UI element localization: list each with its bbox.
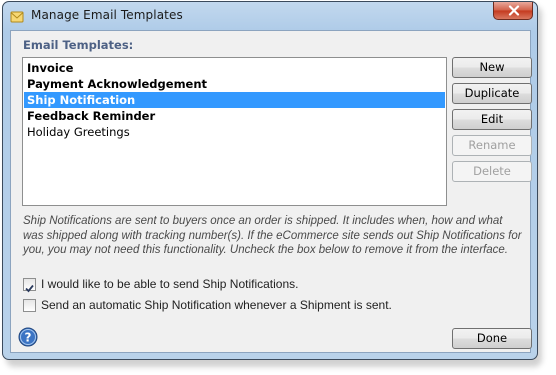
duplicate-button[interactable]: Duplicate	[452, 83, 532, 104]
list-item-label: Invoice	[27, 61, 74, 75]
window-title: Manage Email Templates	[31, 8, 183, 22]
help-button[interactable]: ?	[18, 327, 38, 347]
dialog-window: Manage Email Templates Email Templates: …	[2, 1, 538, 360]
auto-send-label: Send an automatic Ship Notification when…	[41, 298, 392, 312]
templates-label: Email Templates:	[23, 38, 134, 52]
done-button[interactable]: Done	[452, 328, 532, 349]
envelope-icon	[10, 9, 24, 23]
list-item-label: Ship Notification	[27, 93, 136, 107]
help-icon: ?	[18, 327, 38, 347]
close-button[interactable]	[493, 2, 533, 20]
list-item-label: Feedback Reminder	[27, 109, 156, 123]
list-item-feedback-reminder[interactable]: Feedback Reminder	[24, 108, 445, 124]
enable-ship-notifications-checkbox[interactable]	[23, 278, 36, 293]
dialog-body: Email Templates: Invoice Payment Acknowl…	[10, 30, 532, 353]
templates-listbox[interactable]: Invoice Payment Acknowledgement Ship Not…	[22, 57, 447, 206]
edit-button[interactable]: Edit	[452, 109, 532, 130]
list-item-invoice[interactable]: Invoice	[24, 60, 445, 76]
ship-notification-description: Ship Notifications are sent to buyers on…	[23, 215, 522, 256]
checkmark-icon	[25, 284, 34, 293]
list-item-label: Payment Acknowledgement	[27, 77, 208, 91]
list-item-holiday-greetings[interactable]: Holiday Greetings	[24, 124, 445, 140]
list-item-payment-acknowledgement[interactable]: Payment Acknowledgement	[24, 76, 445, 92]
list-item-ship-notification[interactable]: Ship Notification	[24, 92, 445, 108]
new-button[interactable]: New	[452, 57, 532, 78]
enable-ship-notifications-label: I would like to be able to send Ship Not…	[41, 277, 299, 291]
close-icon	[508, 5, 520, 16]
title-bar[interactable]: Manage Email Templates	[3, 2, 537, 30]
delete-button[interactable]: Delete	[452, 161, 532, 182]
list-item-label: Holiday Greetings	[27, 125, 130, 139]
rename-button[interactable]: Rename	[452, 135, 532, 156]
auto-send-checkbox[interactable]	[23, 299, 36, 312]
svg-text:?: ?	[25, 331, 32, 345]
